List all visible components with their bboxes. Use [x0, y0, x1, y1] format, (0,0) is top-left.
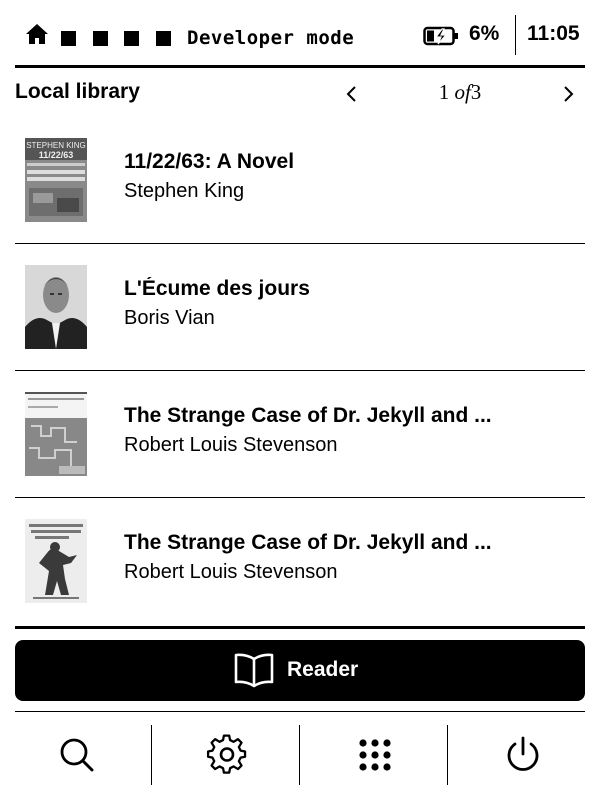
- book-author: Boris Vian: [124, 307, 215, 329]
- home-icon[interactable]: [25, 23, 49, 45]
- page-total: 3: [470, 80, 482, 104]
- book-item[interactable]: L'Écume des jours Boris Vian: [15, 253, 585, 380]
- toolbar-divider: [299, 725, 300, 785]
- cover-author-text: STEPHEN KING: [26, 141, 86, 150]
- chevron-right-icon[interactable]: [556, 82, 580, 106]
- reader-button[interactable]: Reader: [15, 640, 585, 701]
- book-cover: STEPHEN KING 11/22/63: [25, 138, 87, 222]
- status-indicator: [61, 31, 76, 46]
- book-author: Robert Louis Stevenson: [124, 434, 338, 456]
- divider: [15, 370, 585, 371]
- battery-charging-icon: [423, 26, 458, 46]
- divider: [15, 711, 585, 712]
- battery-percent: 6%: [469, 22, 500, 45]
- status-bar: Developer mode 6% 11:05: [0, 0, 600, 66]
- divider: [15, 626, 585, 629]
- book-title: 11/22/63: A Novel: [124, 150, 295, 173]
- toolbar-divider: [151, 725, 152, 785]
- page-of: of: [454, 80, 471, 104]
- chevron-left-icon[interactable]: [340, 82, 364, 106]
- clock: 11:05: [527, 22, 580, 45]
- page-title: Local library: [15, 80, 140, 103]
- book-cover: [25, 392, 87, 476]
- apps-button[interactable]: [306, 725, 443, 785]
- page-indicator: 1 of3: [400, 80, 520, 105]
- developer-mode-label: Developer mode: [187, 27, 355, 49]
- search-icon: [60, 738, 93, 772]
- book-author: Stephen King: [124, 180, 245, 202]
- status-divider: [515, 15, 516, 55]
- book-title: The Strange Case of Dr. Jekyll and ...: [124, 404, 492, 427]
- book-cover: [25, 519, 87, 603]
- open-book-icon: [234, 653, 274, 688]
- settings-button[interactable]: [158, 725, 295, 785]
- book-title: The Strange Case of Dr. Jekyll and ...: [124, 531, 492, 554]
- book-author: Robert Louis Stevenson: [124, 561, 338, 583]
- page-current: 1: [438, 80, 450, 104]
- apps-grid-icon: [358, 739, 391, 771]
- divider: [15, 65, 585, 68]
- reader-label: Reader: [287, 658, 359, 681]
- toolbar-divider: [447, 725, 448, 785]
- power-icon: [507, 736, 538, 771]
- power-button[interactable]: [454, 725, 591, 785]
- search-button[interactable]: [8, 725, 145, 785]
- book-title: L'Écume des jours: [124, 277, 310, 300]
- divider: [15, 497, 585, 498]
- book-cover: [25, 265, 87, 349]
- book-item[interactable]: The Strange Case of Dr. Jekyll and ... R…: [15, 507, 585, 634]
- status-indicator: [156, 31, 171, 46]
- cover-title-text: 11/22/63: [39, 150, 74, 160]
- gear-icon: [206, 734, 246, 774]
- status-indicator: [124, 31, 139, 46]
- book-item[interactable]: The Strange Case of Dr. Jekyll and ... R…: [15, 380, 585, 507]
- divider: [15, 243, 585, 244]
- book-item[interactable]: STEPHEN KING 11/22/63 11/22/63: A Novel …: [15, 126, 585, 253]
- status-indicator: [93, 31, 108, 46]
